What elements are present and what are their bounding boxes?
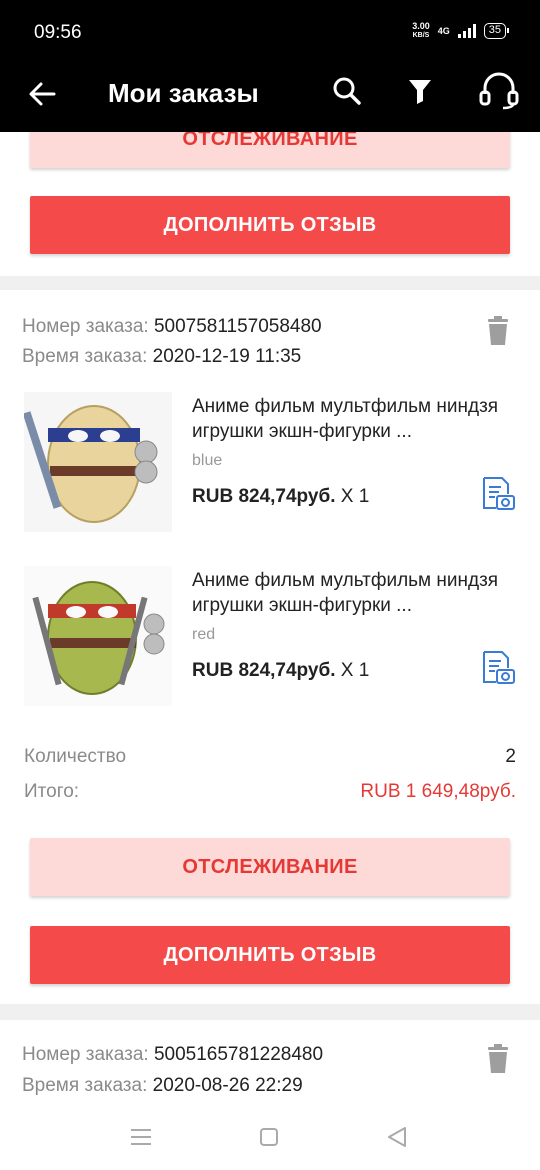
product-price: RUB 824,74руб.: [192, 486, 336, 507]
network-speed: 3.00 KB/S: [412, 22, 430, 40]
order-number-row: Номер заказа: 5005165781228480: [22, 1044, 323, 1066]
product-name[interactable]: Аниме фильм мультфильм ниндзя игрушки эк…: [192, 568, 522, 618]
product-price-row: RUB 824,74руб. X 1: [192, 660, 369, 682]
order-number-row: Номер заказа: 5007581157058480: [22, 316, 322, 338]
track-button[interactable]: ОТСЛЕЖИВАНИЕ: [30, 132, 510, 168]
network-speed-value: 3.00: [412, 21, 430, 31]
ninja-turtle-mask-red-image: [24, 566, 172, 706]
quantity-value: 2: [505, 746, 516, 767]
app-bar: Мои заказы: [0, 64, 540, 132]
add-review-button[interactable]: ДОПОЛНИТЬ ОТЗЫВ: [30, 926, 510, 984]
product-qty: X 1: [340, 486, 370, 507]
order-number-label: Номер заказа:: [22, 316, 149, 337]
quantity-row: Количество 2: [24, 746, 516, 768]
system-nav-bar: [0, 1104, 540, 1170]
product-variant: red: [192, 626, 216, 643]
delete-order-icon[interactable]: [486, 316, 510, 346]
back-icon[interactable]: [386, 1126, 408, 1148]
orders-list[interactable]: ОТСЛЕЖИВАНИЕ ДОПОЛНИТЬ ОТЗЫВ Номер заказ…: [0, 132, 540, 1104]
network-speed-unit: KB/S: [412, 32, 430, 39]
battery-icon: 35: [483, 23, 510, 39]
photo-review-icon[interactable]: [480, 476, 516, 512]
total-row: Итого: RUB 1 649,48руб.: [24, 781, 516, 803]
product-image[interactable]: [24, 392, 172, 532]
status-time: 09:56: [34, 22, 82, 43]
track-button[interactable]: ОТСЛЕЖИВАНИЕ: [30, 838, 510, 896]
product-price-row: RUB 824,74руб. X 1: [192, 486, 369, 508]
total-value: RUB 1 649,48руб.: [360, 781, 516, 802]
product-variant: blue: [192, 452, 223, 469]
product-qty: X 1: [340, 660, 370, 681]
signal-icon: [457, 24, 476, 38]
order-time-label: Время заказа:: [22, 1075, 148, 1096]
network-type: 4G: [437, 26, 450, 36]
search-icon[interactable]: [330, 74, 364, 108]
status-icons: 3.00 KB/S 4G 35: [412, 22, 510, 40]
order-card: Номер заказа: 5007581157058480 Время зак…: [0, 290, 540, 1004]
total-label: Итого:: [24, 781, 80, 802]
add-review-button[interactable]: ДОПОЛНИТЬ ОТЗЫВ: [30, 196, 510, 254]
order-number: 5005165781228480: [153, 1044, 324, 1065]
back-arrow-icon[interactable]: [26, 78, 58, 110]
order-time-row: Время заказа: 2020-12-19 11:35: [22, 346, 301, 368]
menu-icon[interactable]: [130, 1128, 152, 1146]
filter-icon[interactable]: [403, 74, 437, 108]
ninja-turtle-mask-blue-image: [24, 392, 172, 532]
order-card: Номер заказа: 5005165781228480 Время зак…: [0, 1020, 540, 1104]
status-bar: 09:56 3.00 KB/S 4G 35: [0, 0, 540, 64]
order-time: 2020-08-26 22:29: [152, 1075, 303, 1096]
order-time-row: Время заказа: 2020-08-26 22:29: [22, 1075, 303, 1097]
order-time-label: Время заказа:: [22, 346, 148, 367]
order-time: 2020-12-19 11:35: [152, 346, 302, 367]
order-card: ОТСЛЕЖИВАНИЕ ДОПОЛНИТЬ ОТЗЫВ: [0, 132, 540, 276]
order-number-label: Номер заказа:: [22, 1044, 149, 1065]
delete-order-icon[interactable]: [486, 1044, 510, 1074]
support-headset-icon[interactable]: [478, 72, 520, 110]
product-image[interactable]: [24, 566, 172, 706]
order-number: 5007581157058480: [153, 316, 322, 337]
quantity-label: Количество: [24, 746, 127, 767]
product-name[interactable]: Аниме фильм мультфильм ниндзя игрушки эк…: [192, 394, 522, 444]
photo-review-icon[interactable]: [480, 650, 516, 686]
home-icon[interactable]: [259, 1127, 279, 1147]
product-price: RUB 824,74руб.: [192, 660, 336, 681]
page-title: Мои заказы: [108, 78, 259, 108]
